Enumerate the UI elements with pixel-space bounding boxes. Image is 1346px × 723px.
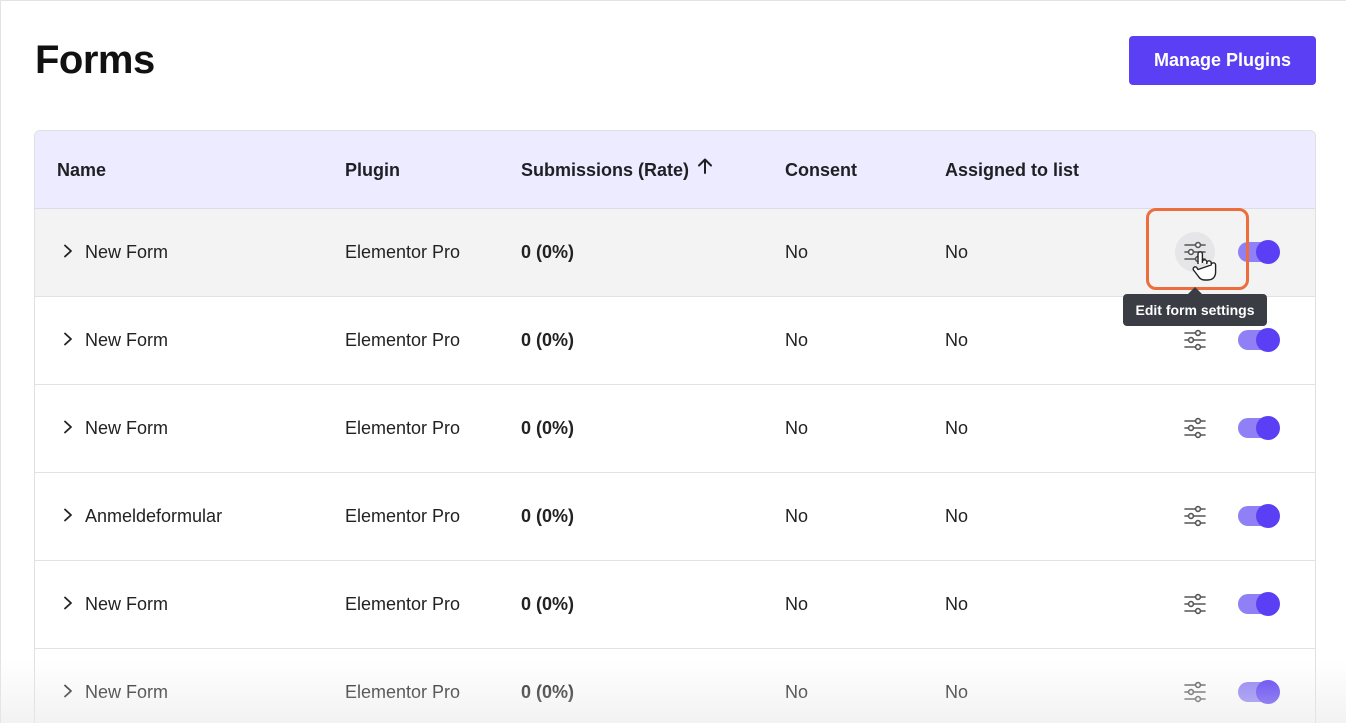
form-name: New Form xyxy=(85,330,169,350)
tooltip-caret xyxy=(1188,287,1202,294)
chevron-right-icon[interactable] xyxy=(63,561,73,648)
form-submissions: 0 (0%) xyxy=(521,506,575,526)
form-assigned: No xyxy=(945,506,969,526)
form-consent: No xyxy=(785,242,809,262)
hand-pointer-icon xyxy=(1190,250,1218,287)
column-header-name[interactable]: Name xyxy=(57,131,106,209)
form-plugin: Elementor Pro xyxy=(345,594,461,614)
form-submissions: 0 (0%) xyxy=(521,242,575,262)
column-header-assigned[interactable]: Assigned to list xyxy=(945,131,1079,209)
table-header: Name Plugin Submissions (Rate) Consent A… xyxy=(35,131,1315,209)
page-title: Forms xyxy=(35,38,155,82)
form-assigned: No xyxy=(945,330,969,350)
forms-table: Name Plugin Submissions (Rate) Consent A… xyxy=(34,130,1316,723)
form-name: New Form xyxy=(85,242,169,262)
chevron-right-icon[interactable] xyxy=(63,385,73,472)
form-assigned: No xyxy=(945,594,969,614)
form-assigned: No xyxy=(945,242,969,262)
chevron-right-icon[interactable] xyxy=(63,649,73,723)
arrow-up-icon[interactable] xyxy=(697,131,713,208)
form-enabled-toggle[interactable] xyxy=(1238,504,1280,528)
edit-form-settings-button[interactable] xyxy=(1175,496,1215,536)
toggle-knob xyxy=(1256,592,1280,616)
column-header-plugin[interactable]: Plugin xyxy=(345,131,400,209)
form-assigned: No xyxy=(945,418,969,438)
form-name: New Form xyxy=(85,594,169,614)
form-consent: No xyxy=(785,506,809,526)
toggle-knob xyxy=(1256,328,1280,352)
form-plugin: Elementor Pro xyxy=(345,682,461,702)
chevron-right-icon[interactable] xyxy=(63,473,73,560)
form-enabled-toggle[interactable] xyxy=(1238,328,1280,352)
form-consent: No xyxy=(785,682,809,702)
form-plugin: Elementor Pro xyxy=(345,506,461,526)
toggle-knob xyxy=(1256,416,1280,440)
table-row[interactable]: New Form Elementor Pro 0 (0%) No No xyxy=(35,209,1315,297)
column-header-consent[interactable]: Consent xyxy=(785,131,857,209)
table-row[interactable]: Anmeldeformular Elementor Pro 0 (0%) No No xyxy=(35,473,1315,561)
table-row[interactable]: New Form Elementor Pro 0 (0%) No No xyxy=(35,385,1315,473)
chevron-right-icon[interactable] xyxy=(63,297,73,384)
form-name: New Form xyxy=(85,418,169,438)
edit-form-settings-button[interactable] xyxy=(1175,672,1215,712)
edit-form-settings-button[interactable] xyxy=(1175,320,1215,360)
toggle-knob xyxy=(1256,680,1280,704)
form-consent: No xyxy=(785,330,809,350)
form-submissions: 0 (0%) xyxy=(521,682,575,702)
form-submissions: 0 (0%) xyxy=(521,418,575,438)
form-enabled-toggle[interactable] xyxy=(1238,416,1280,440)
form-submissions: 0 (0%) xyxy=(521,594,575,614)
form-enabled-toggle[interactable] xyxy=(1238,240,1280,264)
form-plugin: Elementor Pro xyxy=(345,418,461,438)
form-submissions: 0 (0%) xyxy=(521,330,575,350)
toggle-knob xyxy=(1256,240,1280,264)
form-name: New Form xyxy=(85,682,169,702)
form-plugin: Elementor Pro xyxy=(345,330,461,350)
column-header-submissions[interactable]: Submissions (Rate) xyxy=(521,131,713,209)
table-row[interactable]: New Form Elementor Pro 0 (0%) No No xyxy=(35,649,1315,723)
chevron-right-icon[interactable] xyxy=(63,209,73,296)
form-consent: No xyxy=(785,594,809,614)
column-header-submissions-label: Submissions (Rate) xyxy=(521,160,690,180)
toggle-knob xyxy=(1256,504,1280,528)
form-plugin: Elementor Pro xyxy=(345,242,461,262)
table-row[interactable]: New Form Elementor Pro 0 (0%) No No xyxy=(35,561,1315,649)
tooltip: Edit form settings xyxy=(1123,294,1267,326)
edit-form-settings-button[interactable] xyxy=(1175,584,1215,624)
form-enabled-toggle[interactable] xyxy=(1238,680,1280,704)
form-assigned: No xyxy=(945,682,969,702)
form-enabled-toggle[interactable] xyxy=(1238,592,1280,616)
manage-plugins-button[interactable]: Manage Plugins xyxy=(1129,36,1316,85)
form-name: Anmeldeformular xyxy=(85,506,223,526)
form-consent: No xyxy=(785,418,809,438)
edit-form-settings-button[interactable] xyxy=(1175,408,1215,448)
